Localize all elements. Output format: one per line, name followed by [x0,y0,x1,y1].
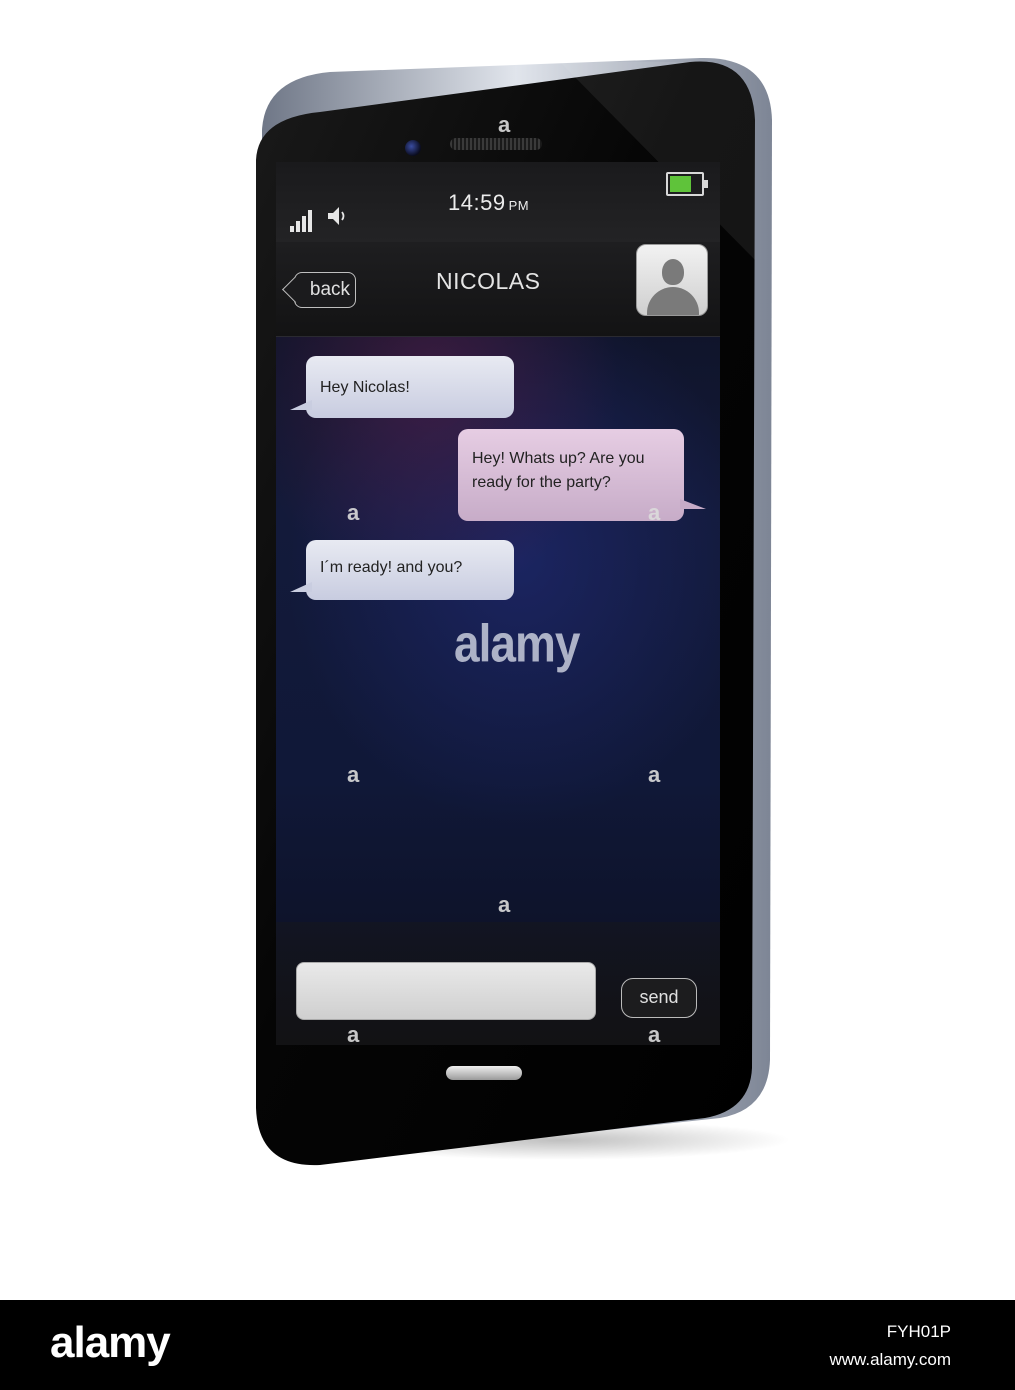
watermark-mark: a [498,112,511,137]
watermark-mark: a [347,500,360,525]
home-button[interactable] [446,1066,522,1080]
watermark-mark: a [347,1022,360,1047]
avatar-head [662,259,684,285]
watermark-logo: alamy [454,613,580,673]
footer-bar: alamy FYH01P www.alamy.com [0,1300,1015,1390]
battery-icon [666,172,708,196]
contact-name: NICOLAS [436,268,541,294]
status-bar: 14:59 PM [276,162,720,242]
earpiece-speaker [450,138,542,150]
message-bubble-incoming: Hey Nicolas! [290,356,514,418]
clock-time: 14:59 [448,190,506,215]
watermark-mark: a [648,762,661,787]
watermark-mark: a [648,500,661,525]
volume-icon [328,207,345,225]
contact-avatar[interactable] [636,244,708,316]
back-button[interactable]: back [294,272,356,308]
message-bubble-incoming: I´m ready! and you? [290,540,514,600]
footer-url[interactable]: www.alamy.com [829,1350,951,1370]
send-button[interactable]: send [621,978,697,1018]
watermark-mark: a [648,1022,661,1047]
message-input[interactable] [296,962,596,1020]
watermark-mark: a [347,762,360,787]
front-camera [405,140,421,156]
footer-image-id: FYH01P [886,1322,951,1341]
footer-logo: alamy [50,1318,171,1367]
avatar-shoulders [647,287,699,315]
signal-icon [290,208,314,232]
watermark-mark: a [498,892,511,917]
clock: 14:59 PM [448,190,529,216]
clock-ampm: PM [508,198,530,213]
